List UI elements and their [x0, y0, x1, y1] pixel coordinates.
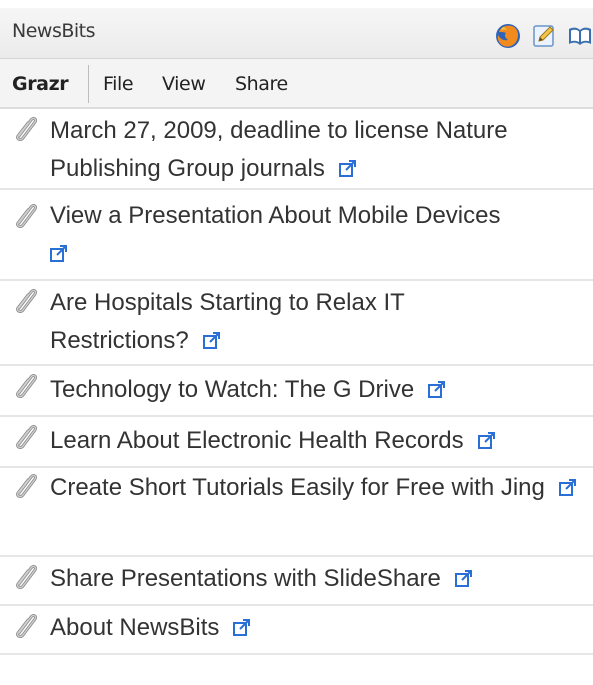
header-icons [495, 22, 593, 50]
paperclip-icon [16, 374, 37, 398]
paperclip-icon [16, 565, 37, 589]
menu-view[interactable]: View [162, 59, 206, 107]
external-link-icon[interactable] [454, 569, 473, 587]
list-item[interactable]: Share Presentations with SlideShare [0, 556, 593, 606]
external-link-icon[interactable] [50, 244, 68, 262]
external-link-icon[interactable] [338, 159, 357, 177]
item-title[interactable]: Create Short Tutorials Easily for Free w… [50, 469, 580, 507]
item-title[interactable]: About NewsBits [50, 609, 580, 647]
paperclip-icon [16, 117, 37, 141]
menu-file[interactable]: File [103, 59, 134, 107]
menu-grazr[interactable]: Grazr [12, 59, 69, 107]
firefox-icon[interactable] [495, 23, 521, 49]
item-title[interactable]: Are Hospitals Starting to Relax IT Restr… [50, 284, 470, 360]
external-link-icon[interactable] [202, 331, 221, 349]
item-title[interactable]: March 27, 2009, deadline to license Natu… [50, 112, 580, 188]
book-icon[interactable] [567, 23, 593, 49]
list-item[interactable]: About NewsBits [0, 605, 593, 655]
external-link-icon[interactable] [558, 478, 577, 496]
list-item[interactable]: Create Short Tutorials Easily for Free w… [0, 467, 593, 557]
paperclip-icon [16, 474, 37, 498]
item-title[interactable]: Learn About Electronic Health Records [50, 422, 580, 460]
newsbits-widget: NewsBits Grazr File View Share March 27,… [0, 0, 593, 685]
item-title[interactable]: Technology to Watch: The G Drive [50, 371, 580, 409]
menu-bar: Grazr File View Share [0, 59, 593, 109]
external-link-icon[interactable] [428, 380, 446, 398]
list-item[interactable]: Technology to Watch: The G Drive [0, 365, 593, 417]
list-item[interactable]: View a Presentation About Mobile Devices [0, 189, 593, 281]
item-title[interactable]: Share Presentations with SlideShare [50, 560, 580, 598]
list-item[interactable]: March 27, 2009, deadline to license Natu… [0, 110, 593, 190]
paperclip-icon [16, 425, 37, 449]
list-item[interactable]: Are Hospitals Starting to Relax IT Restr… [0, 280, 593, 366]
paperclip-icon [16, 614, 37, 638]
external-link-icon[interactable] [233, 618, 251, 636]
paperclip-icon [16, 289, 37, 313]
paperclip-icon [16, 204, 37, 228]
widget-title: NewsBits [12, 20, 96, 42]
menu-share[interactable]: Share [235, 59, 288, 107]
widget-header: NewsBits [0, 8, 593, 59]
list-item[interactable]: Learn About Electronic Health Records [0, 416, 593, 468]
edit-note-icon[interactable] [531, 23, 557, 49]
external-link-icon[interactable] [477, 431, 496, 449]
menu-separator [88, 65, 89, 103]
item-title[interactable]: View a Presentation About Mobile Devices [50, 197, 580, 273]
